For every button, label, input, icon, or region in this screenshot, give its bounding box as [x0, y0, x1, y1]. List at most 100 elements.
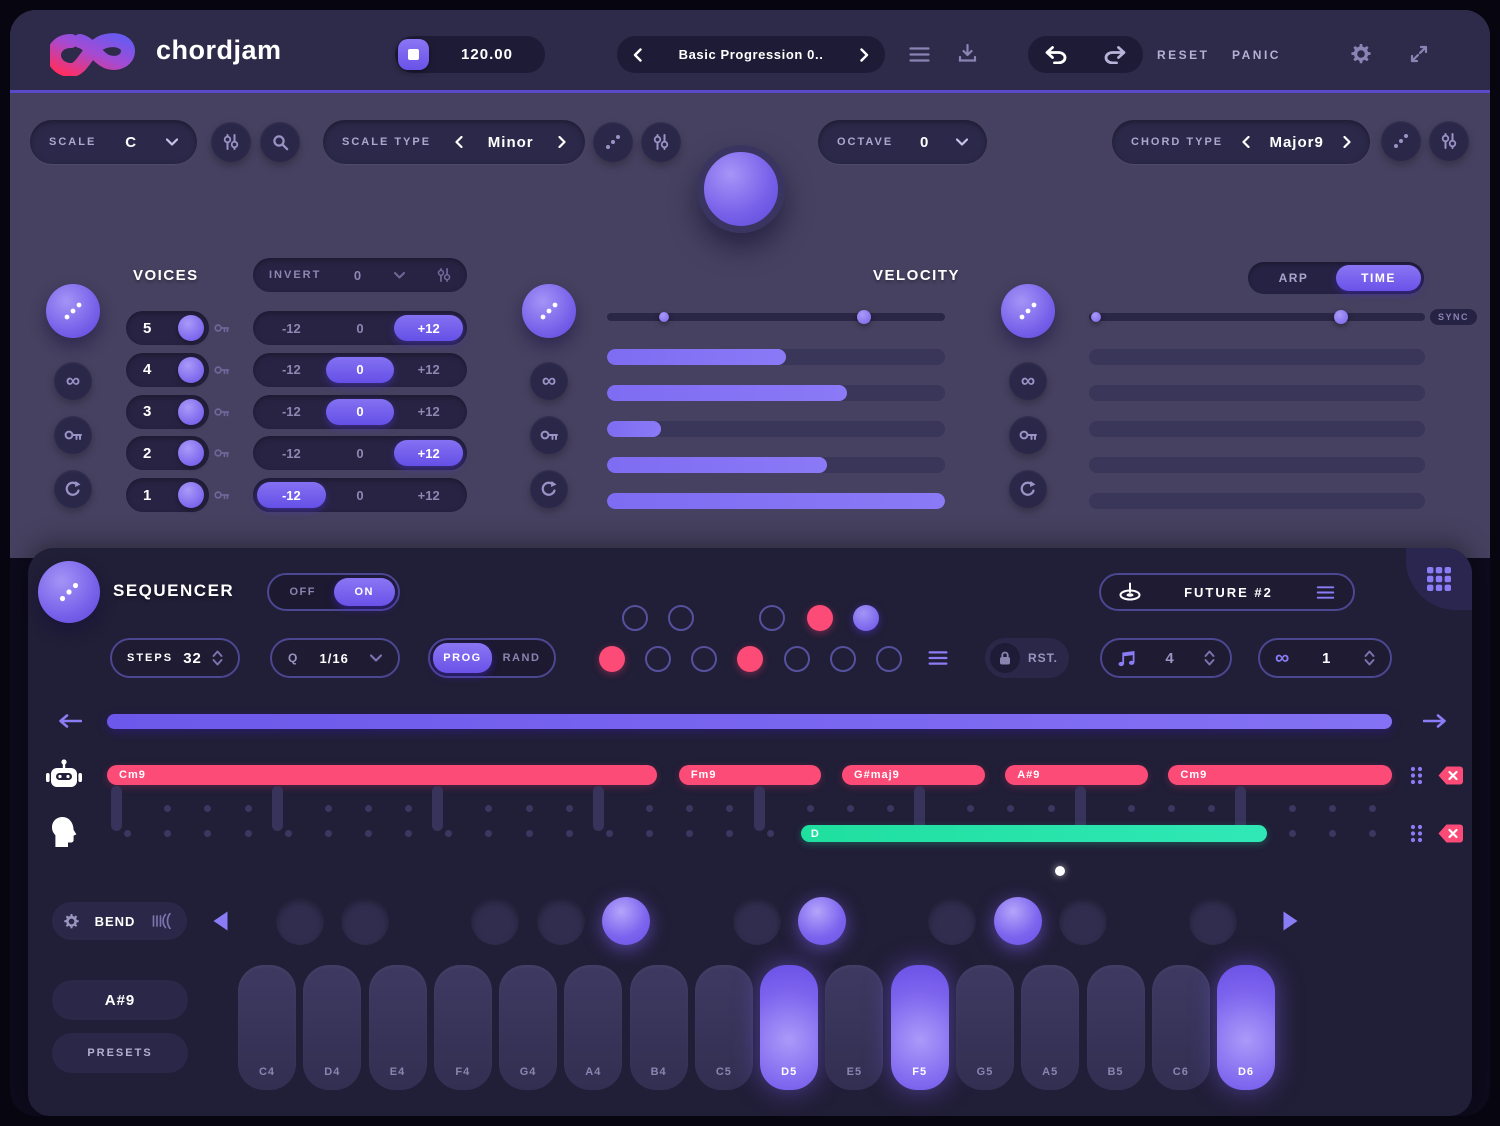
voice-4-toggle[interactable] [178, 357, 204, 383]
black-key-G#4[interactable] [537, 897, 585, 945]
chord-block[interactable]: Fm9 [679, 765, 822, 785]
save-download-icon[interactable] [958, 44, 977, 63]
white-key-A5[interactable]: A5 [1021, 965, 1079, 1090]
pattern-slot[interactable] [759, 605, 785, 631]
resize-window-icon[interactable] [1410, 45, 1428, 63]
velocity-bar[interactable] [607, 385, 945, 401]
velocity-bar[interactable] [607, 349, 945, 365]
white-key-C4[interactable]: C4 [238, 965, 296, 1090]
sequencer-randomize-knob[interactable] [38, 561, 100, 623]
transpose-option--12[interactable]: -12 [257, 357, 326, 383]
preset-next-icon[interactable] [860, 48, 869, 62]
white-key-E5[interactable]: E5 [825, 965, 883, 1090]
randomize-timing-knob[interactable] [1001, 284, 1055, 338]
sequencer-power-toggle[interactable]: OFF ON [267, 573, 400, 611]
pattern-slot[interactable] [830, 646, 856, 672]
sequencer-preset-selector[interactable]: FUTURE #2 [1099, 573, 1355, 611]
pattern-slot[interactable] [853, 605, 879, 631]
prog-rand-toggle[interactable]: PROG RAND [428, 638, 556, 678]
black-key-F#4[interactable] [471, 897, 519, 945]
chord-type-sliders-button[interactable] [1429, 121, 1469, 161]
white-key-C6[interactable]: C6 [1152, 965, 1210, 1090]
transpose-option-+12[interactable]: +12 [394, 440, 463, 466]
keyboard-octave-down-button[interactable] [212, 910, 229, 937]
time-bar[interactable] [1089, 457, 1425, 473]
transpose-option-0[interactable]: 0 [326, 440, 395, 466]
chord-type-selector[interactable]: CHORD TYPE Major9 [1112, 120, 1370, 164]
scale-sliders-button[interactable] [211, 122, 251, 162]
next-icon[interactable] [558, 136, 566, 148]
settings-gear-icon[interactable] [1351, 44, 1371, 64]
panic-button[interactable]: PANIC [1232, 48, 1281, 62]
bend-gear-icon[interactable] [64, 914, 79, 929]
refresh-velocity-button[interactable] [530, 470, 568, 508]
redo-icon[interactable] [1103, 46, 1126, 64]
velocity-range-handle[interactable] [857, 310, 871, 324]
sequence-position-bar[interactable] [107, 714, 1392, 729]
white-key-F4[interactable]: F4 [434, 965, 492, 1090]
transpose-option-+12[interactable]: +12 [394, 482, 463, 508]
chevron-down-icon[interactable] [166, 138, 178, 146]
power-off-label[interactable]: OFF [272, 578, 334, 606]
pattern-slot[interactable] [668, 605, 694, 631]
voice-5-toggle[interactable] [178, 315, 204, 341]
invert-control[interactable]: INVERT 0 [253, 258, 467, 292]
transpose-option--12[interactable]: -12 [257, 440, 326, 466]
chord-block[interactable]: Cm9 [107, 765, 657, 785]
reset-button[interactable]: RESET [1157, 48, 1210, 62]
corner-grid-tab[interactable] [1406, 548, 1472, 610]
transpose-option-0[interactable]: 0 [326, 399, 395, 425]
chord-lane-drag-handle[interactable] [1410, 766, 1423, 790]
note-lane-delete-button[interactable] [1437, 823, 1464, 849]
randomize-voices-knob[interactable] [46, 284, 100, 338]
velocity-bar[interactable] [607, 493, 945, 509]
stepper-icon[interactable] [212, 650, 223, 666]
black-key-D#4[interactable] [341, 897, 389, 945]
loop-velocity-button[interactable]: ∞ [530, 362, 568, 400]
voice-1-row[interactable]: 1 [126, 478, 209, 512]
lock-timing-button[interactable] [1009, 416, 1047, 454]
white-key-D5[interactable]: D5 [760, 965, 818, 1090]
note-rate-control[interactable]: 4 [1100, 638, 1232, 678]
stop-button[interactable] [398, 39, 429, 70]
bend-control[interactable]: BEND [52, 902, 187, 940]
randomize-velocity-knob[interactable] [522, 284, 576, 338]
black-key-G#5[interactable] [994, 897, 1042, 945]
chevron-down-icon[interactable] [370, 654, 382, 662]
voice-3-row[interactable]: 3 [126, 395, 209, 429]
velocity-bar[interactable] [607, 421, 945, 437]
seq-scroll-right-icon[interactable] [1423, 714, 1447, 733]
loop-count-control[interactable]: ∞ 1 [1258, 638, 1392, 678]
tab-time[interactable]: TIME [1336, 265, 1421, 291]
note-block[interactable]: D [801, 825, 1267, 842]
time-bar[interactable] [1089, 349, 1425, 365]
lock-velocity-button[interactable] [530, 416, 568, 454]
time-bar[interactable] [1089, 385, 1425, 401]
chord-block[interactable]: Cm9 [1168, 765, 1392, 785]
white-key-B5[interactable]: B5 [1087, 965, 1145, 1090]
black-key-C#6[interactable] [1189, 897, 1237, 945]
mode-prog-label[interactable]: PROG [433, 643, 492, 673]
transpose-option-+12[interactable]: +12 [394, 315, 463, 341]
scale-type-random-icon[interactable] [593, 122, 633, 162]
chord-block[interactable]: A#9 [1005, 765, 1148, 785]
lock-voices-button[interactable] [54, 416, 92, 454]
voice-4-row[interactable]: 4 [126, 353, 209, 387]
note-lane-drag-handle[interactable] [1410, 824, 1423, 848]
voice-5-row[interactable]: 5 [126, 311, 209, 345]
refresh-voices-button[interactable] [54, 470, 92, 508]
transpose-option-+12[interactable]: +12 [394, 357, 463, 383]
invert-sliders-icon[interactable] [437, 267, 451, 283]
scale-type-selector[interactable]: SCALE TYPE Minor [323, 120, 585, 164]
sequencer-preset-menu-icon[interactable] [1316, 586, 1335, 599]
stepper-icon[interactable] [1204, 650, 1215, 666]
menu-icon[interactable] [909, 47, 930, 62]
velocity-range-slider[interactable] [607, 313, 945, 321]
scale-type-sliders-button[interactable] [641, 122, 681, 162]
white-key-C5[interactable]: C5 [695, 965, 753, 1090]
time-bar[interactable] [1089, 421, 1425, 437]
quantize-control[interactable]: Q 1/16 [270, 638, 400, 678]
stepper-icon[interactable] [1364, 650, 1375, 666]
black-key-C#4[interactable] [276, 897, 324, 945]
black-key-D#5[interactable] [798, 897, 846, 945]
